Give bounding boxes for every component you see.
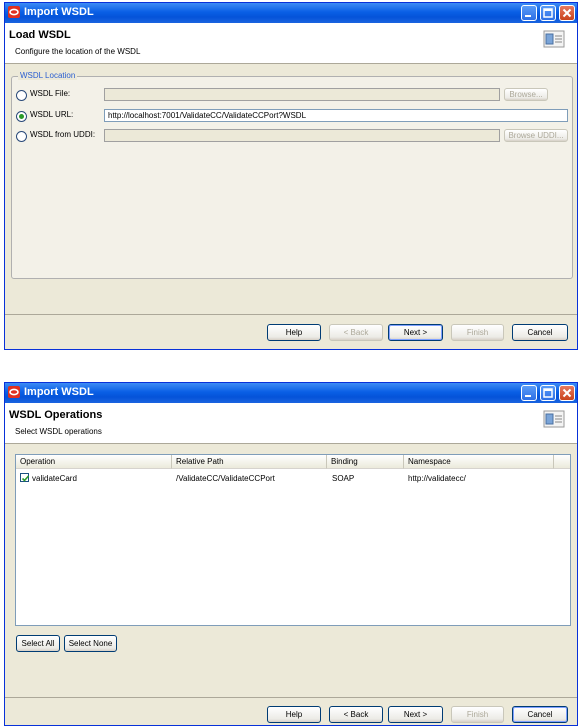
binding-cell: SOAP	[332, 474, 355, 483]
cancel-button[interactable]: Cancel	[512, 706, 568, 723]
finish-button[interactable]: Finish	[451, 706, 504, 723]
help-button[interactable]: Help	[267, 706, 321, 723]
radio-button[interactable]	[16, 131, 27, 142]
wsdl-file-input[interactable]	[104, 88, 500, 101]
close-icon	[562, 388, 572, 398]
close-button[interactable]	[559, 5, 575, 21]
wsdl-uddi-input[interactable]	[104, 129, 500, 142]
title-bar[interactable]: Import WSDL	[5, 3, 577, 23]
minimize-icon	[525, 15, 531, 17]
row-checkbox[interactable]	[20, 473, 30, 482]
relative-path-cell: /ValidateCC/ValidateCCPort	[176, 474, 275, 483]
close-button[interactable]	[559, 385, 575, 401]
import-wsdl-dialog-operations: Import WSDL WSDL Operations Select WSDL …	[4, 382, 578, 726]
wsdl-url-label: WSDL URL:	[30, 110, 74, 119]
next-button[interactable]: Next >	[388, 324, 443, 341]
window-title: Import WSDL	[24, 386, 94, 398]
browse-button[interactable]: Browse...	[504, 88, 548, 101]
maximize-button[interactable]	[540, 385, 556, 401]
help-button[interactable]: Help	[267, 324, 321, 341]
column-header-namespace[interactable]: Namespace	[404, 455, 554, 469]
browse-uddi-button[interactable]: Browse UDDI...	[504, 129, 568, 142]
page-description: Select WSDL operations	[15, 427, 102, 436]
page-title: WSDL Operations	[9, 409, 103, 421]
namespace-cell: http://validatecc/	[408, 474, 466, 483]
column-header-filler	[554, 455, 570, 469]
oracle-app-icon	[8, 386, 20, 398]
maximize-icon	[543, 8, 553, 18]
footer-separator	[5, 697, 577, 698]
import-wsdl-dialog-load: Import WSDL Load WSDL Configure the loca…	[4, 2, 578, 350]
close-icon	[562, 8, 572, 18]
title-bar[interactable]: Import WSDL	[5, 383, 577, 403]
back-button[interactable]: < Back	[329, 706, 383, 723]
minimize-icon	[525, 395, 531, 397]
wizard-header: Load WSDL Configure the location of the …	[5, 23, 577, 64]
oracle-app-icon	[8, 6, 20, 18]
operation-cell: validateCard	[32, 474, 77, 483]
wsdl-wizard-icon	[543, 30, 565, 48]
next-button[interactable]: Next >	[388, 706, 443, 723]
wsdl-wizard-icon	[543, 410, 565, 428]
page-description: Configure the location of the WSDL	[15, 47, 141, 56]
group-label: WSDL Location	[18, 71, 78, 80]
wizard-header: WSDL Operations Select WSDL operations	[5, 403, 577, 444]
select-none-button[interactable]: Select None	[64, 635, 117, 652]
select-all-button[interactable]: Select All	[16, 635, 60, 652]
operations-table: Operation Relative Path Binding Namespac…	[15, 454, 571, 626]
cancel-button[interactable]: Cancel	[512, 324, 568, 341]
wsdl-location-group: WSDL Location WSDL File: Browse... WSDL …	[11, 71, 573, 279]
back-button[interactable]: < Back	[329, 324, 383, 341]
finish-button[interactable]: Finish	[451, 324, 504, 341]
window-title: Import WSDL	[24, 6, 94, 18]
minimize-button[interactable]	[521, 385, 537, 401]
checkmark-icon	[21, 475, 30, 482]
column-header-operation[interactable]: Operation	[16, 455, 172, 469]
radio-button-selected[interactable]	[16, 111, 27, 122]
maximize-icon	[543, 388, 553, 398]
minimize-button[interactable]	[521, 5, 537, 21]
column-header-binding[interactable]: Binding	[327, 455, 404, 469]
maximize-button[interactable]	[540, 5, 556, 21]
wsdl-file-label: WSDL File:	[30, 89, 71, 98]
wsdl-uddi-label: WSDL from UDDI:	[30, 130, 96, 139]
wsdl-url-input[interactable]: http://localhost:7001/ValidateCC/Validat…	[104, 109, 568, 122]
column-header-relative-path[interactable]: Relative Path	[172, 455, 327, 469]
page-title: Load WSDL	[9, 29, 71, 41]
footer-separator	[5, 314, 577, 315]
radio-button[interactable]	[16, 90, 27, 101]
